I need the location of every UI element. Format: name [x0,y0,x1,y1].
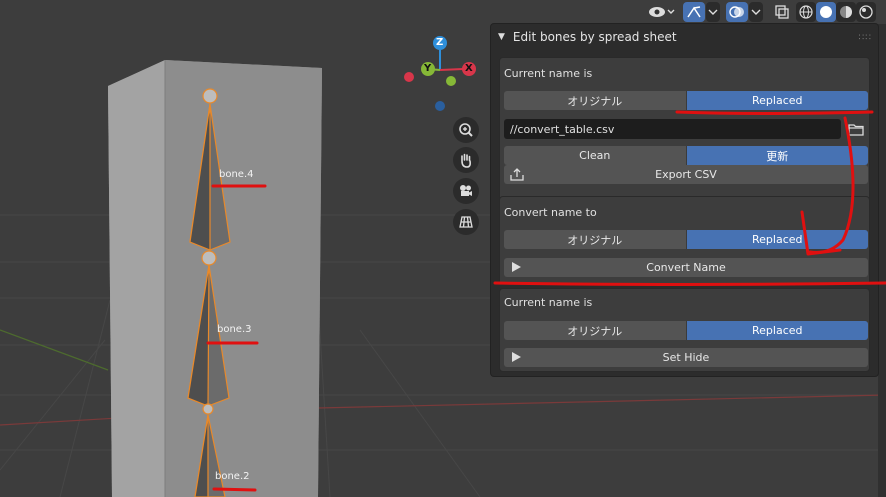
hide-mode-toggle: オリジナル Replaced [504,321,868,340]
current-name-box: Current name is オリジナル Replaced //convert… [499,57,870,217]
sidebar-tabs[interactable] [878,24,886,497]
section-label: Current name is [504,67,593,80]
overlay-icon[interactable] [726,2,748,22]
spreadsheet-panel: ▼ Edit bones by spread sheet ∷∷ Current … [491,24,878,376]
clean-button[interactable]: Clean [504,146,687,165]
folder-icon[interactable] [845,119,867,139]
set-hide-box: Current name is オリジナル Replaced Set Hide [499,288,870,372]
update-button[interactable]: 更新 [686,146,868,165]
gizmo-y-label[interactable]: Y [424,63,431,74]
wireframe-shading-icon[interactable] [796,2,816,22]
convert-name-label: Convert Name [646,261,726,274]
gizmo-x-label[interactable]: X [465,63,473,74]
play-icon [510,261,522,276]
convert-name-box: Convert name to オリジナル Replaced Convert N… [499,196,870,285]
panel-title: Edit bones by spread sheet [512,30,677,44]
option-original[interactable]: オリジナル [504,230,687,249]
play-icon [510,351,522,366]
set-hide-button[interactable]: Set Hide [504,348,868,367]
rendered-shading-icon[interactable] [856,2,876,22]
chevron-down-icon[interactable] [706,2,720,22]
option-replaced[interactable]: Replaced [686,230,868,249]
bone-label: bone.2 [215,471,250,482]
material-shading-icon[interactable] [836,2,856,22]
chevron-down-icon[interactable] [749,2,763,22]
pan-hand-icon[interactable] [453,147,479,173]
convert-name-button[interactable]: Convert Name [504,258,868,277]
collapse-triangle-icon[interactable]: ▼ [498,32,505,42]
gizmo-z-label[interactable]: Z [436,37,443,48]
solid-shading-icon[interactable] [816,2,836,22]
gizmo-toggle-icon[interactable] [683,2,705,22]
panel-header[interactable]: ▼ Edit bones by spread sheet ∷∷ [491,24,878,50]
set-hide-label: Set Hide [662,351,710,364]
section-label: Current name is [504,296,593,309]
view-object-types-icon[interactable] [645,2,679,22]
option-original[interactable]: オリジナル [504,91,687,110]
ortho-grid-icon[interactable] [453,209,479,235]
section-label: Convert name to [504,206,597,219]
xray-icon[interactable] [772,2,792,22]
name-mode-toggle: オリジナル Replaced [504,91,868,110]
bone-label: bone.4 [219,169,254,180]
clean-update-row: Clean 更新 [504,146,868,165]
export-csv-label: Export CSV [655,168,717,181]
zoom-icon[interactable] [453,117,479,143]
convert-mode-toggle: オリジナル Replaced [504,230,868,249]
option-original[interactable]: オリジナル [504,321,687,340]
camera-icon[interactable] [453,178,479,204]
bone-label: bone.3 [217,324,252,335]
drag-grip-icon[interactable]: ∷∷ [859,33,872,43]
option-replaced[interactable]: Replaced [686,321,868,340]
export-csv-button[interactable]: Export CSV [504,165,868,184]
csv-path-field[interactable]: //convert_table.csv [504,119,841,139]
export-icon [510,168,524,184]
option-replaced[interactable]: Replaced [686,91,868,110]
viewport-header [640,0,886,24]
